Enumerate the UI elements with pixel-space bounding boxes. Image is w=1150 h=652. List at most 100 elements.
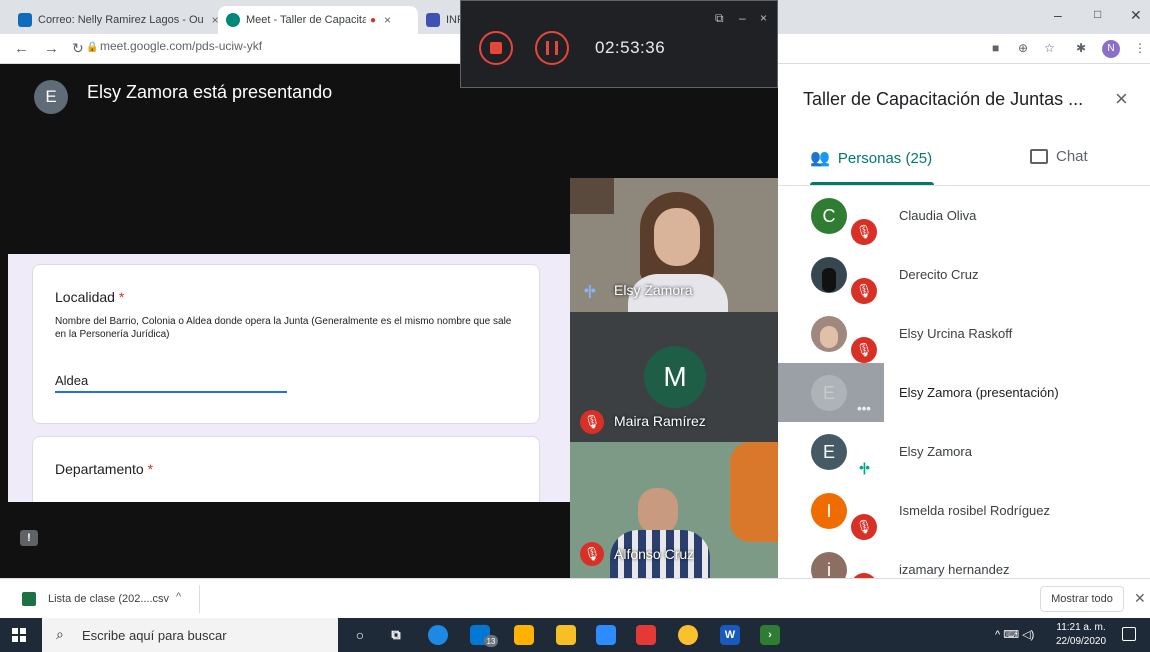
tab-mail[interactable]: Correo: Nelly Ramirez Lagos - Ou × bbox=[10, 6, 218, 34]
feedback-icon[interactable]: ! bbox=[20, 530, 38, 546]
panel-title: Taller de Capacitación de Juntas ... bbox=[803, 89, 1084, 109]
outlook-icon bbox=[18, 13, 32, 27]
edge-icon[interactable] bbox=[428, 625, 448, 645]
participant-row[interactable]: 🎙 Elsy Urcina Raskoff bbox=[778, 304, 1150, 363]
speaking-indicator-icon: •|• bbox=[859, 460, 870, 475]
maximize-button[interactable]: □ bbox=[1094, 7, 1101, 21]
acrobat-icon[interactable] bbox=[636, 625, 656, 645]
participant-name: Elsy Zamora bbox=[899, 444, 972, 459]
mic-off-icon: 🎙 bbox=[851, 337, 877, 363]
cortana-icon[interactable]: ○ bbox=[350, 625, 370, 645]
participant-name: Derecito Cruz bbox=[899, 267, 979, 282]
system-tray-icons[interactable]: ^ ⌨ ◁) bbox=[995, 628, 1034, 641]
url-field[interactable]: meet.google.com/pds-uciw-ykf bbox=[100, 39, 262, 53]
participant-avatar: E bbox=[811, 375, 847, 411]
participant-tile[interactable]: •|• Elsy Zamora bbox=[570, 178, 778, 312]
task-view-icon[interactable]: ⧉ bbox=[386, 625, 406, 645]
close-panel-button[interactable]: × bbox=[1115, 86, 1128, 112]
meet-stage: E Elsy Zamora está presentando Localidad… bbox=[0, 64, 778, 578]
question-title: Localidad * bbox=[55, 289, 125, 305]
file-explorer-icon[interactable] bbox=[556, 625, 576, 645]
participant-avatar bbox=[811, 316, 847, 352]
tab-close-icon[interactable]: × bbox=[384, 13, 391, 27]
participant-tile[interactable]: M 🎙 Maira Ramírez bbox=[570, 312, 778, 442]
popout-icon[interactable]: ⧉ bbox=[715, 11, 724, 26]
chevron-up-icon[interactable]: ^ bbox=[176, 591, 181, 603]
reload-icon[interactable]: ↻ bbox=[72, 40, 84, 57]
tab-people[interactable]: 👥 Personas (25) bbox=[810, 148, 932, 168]
participant-name: Claudia Oliva bbox=[899, 208, 977, 223]
participant-row[interactable]: 🎙 Derecito Cruz bbox=[778, 245, 1150, 304]
input-underline bbox=[55, 391, 287, 393]
clock-time: 11:21 a. m. bbox=[1056, 622, 1106, 633]
participant-name: Elsy Urcina Raskoff bbox=[899, 326, 1013, 341]
windows-start-icon[interactable] bbox=[12, 628, 26, 642]
question-card-departamento: Departamento * bbox=[32, 436, 540, 502]
show-all-button[interactable]: Mostrar todo bbox=[1040, 586, 1124, 612]
person-face bbox=[638, 488, 678, 534]
speaking-indicator-icon: •|• bbox=[584, 282, 596, 298]
window-close-button[interactable]: ✕ bbox=[1130, 7, 1142, 24]
close-download-bar-icon[interactable]: ✕ bbox=[1134, 590, 1146, 607]
taskbar-search[interactable]: ⌕ Escribe aquí para buscar bbox=[42, 618, 338, 652]
app-icon[interactable]: › bbox=[760, 625, 780, 645]
clock[interactable]: 11:21 a. m. 22/09/2020 bbox=[1056, 621, 1106, 649]
presenter-label: Elsy Zamora está presentando bbox=[87, 82, 333, 102]
tab-chat[interactable]: Chat bbox=[1030, 148, 1088, 165]
search-placeholder: Escribe aquí para buscar bbox=[82, 628, 227, 643]
tab-meet-label: Meet - Taller de Capacitación bbox=[246, 14, 366, 26]
participant-row[interactable]: E •|• Elsy Zamora bbox=[778, 422, 1150, 481]
recorder-close-icon[interactable]: × bbox=[760, 11, 767, 25]
bookmark-star-icon[interactable]: ☆ bbox=[1044, 41, 1055, 55]
background-umbrella bbox=[730, 442, 778, 542]
participant-row[interactable]: i 🎙 izamary hernandez bbox=[778, 540, 1150, 578]
divider bbox=[199, 585, 200, 613]
background-frame bbox=[570, 178, 614, 214]
forward-icon[interactable]: → bbox=[44, 40, 59, 57]
windows-taskbar: ⌕ Escribe aquí para buscar ○ ⧉ 13 W › ^ … bbox=[0, 618, 1150, 652]
mic-off-icon: 🎙 bbox=[851, 514, 877, 540]
menu-icon[interactable]: ⋮ bbox=[1134, 41, 1146, 55]
pause-recording-button[interactable] bbox=[535, 31, 569, 65]
participant-row[interactable]: C 🎙 Claudia Oliva bbox=[778, 186, 1150, 245]
stop-recording-button[interactable] bbox=[479, 31, 513, 65]
zoom-icon[interactable] bbox=[596, 625, 616, 645]
participant-avatar: E bbox=[811, 434, 847, 470]
tab-inf[interactable]: INF bbox=[418, 6, 460, 34]
participant-name: izamary hernandez bbox=[899, 562, 1010, 577]
participant-avatar: M bbox=[644, 346, 706, 408]
tile-name: Elsy Zamora bbox=[614, 282, 693, 298]
clock-date: 22/09/2020 bbox=[1056, 636, 1107, 647]
answer-field[interactable]: Aldea bbox=[55, 373, 88, 388]
action-center-icon[interactable] bbox=[1122, 627, 1136, 641]
back-icon[interactable]: ← bbox=[14, 40, 29, 57]
more-options-icon[interactable]: ••• bbox=[851, 396, 877, 422]
tab-meet[interactable]: Meet - Taller de Capacitación ● × bbox=[218, 6, 418, 34]
store-icon[interactable] bbox=[514, 625, 534, 645]
participant-avatar bbox=[811, 257, 847, 293]
extensions-icon[interactable]: ✱ bbox=[1076, 41, 1086, 55]
chat-icon bbox=[1030, 149, 1048, 164]
participant-tile[interactable]: 🎙 Alfonso Cruz bbox=[570, 442, 778, 578]
recording-dot-icon: ● bbox=[370, 14, 377, 26]
minimize-button[interactable]: – bbox=[1054, 7, 1062, 23]
presenter-avatar: E bbox=[34, 80, 68, 114]
participant-row-highlighted[interactable]: E ••• Elsy Zamora (presentación) bbox=[778, 363, 1150, 422]
notification-badge: 13 bbox=[484, 635, 498, 647]
shared-screen: Localidad * Nombre del Barrio, Colonia o… bbox=[8, 254, 570, 502]
forms-icon bbox=[426, 13, 440, 27]
word-icon[interactable]: W bbox=[720, 625, 740, 645]
chrome-icon[interactable] bbox=[678, 625, 698, 645]
download-filename[interactable]: Lista de clase (202....csv bbox=[48, 593, 169, 605]
tab-mail-label: Correo: Nelly Ramirez Lagos - Ou bbox=[38, 14, 204, 26]
tab-inf-label: INF bbox=[446, 14, 460, 26]
profile-avatar[interactable]: N bbox=[1102, 40, 1120, 58]
zoom-icon[interactable]: ⊕ bbox=[1018, 41, 1028, 55]
mic-off-icon: 🎙 bbox=[580, 542, 604, 566]
meet-icon bbox=[226, 13, 240, 27]
recorder-minimize-icon[interactable]: – bbox=[739, 11, 746, 25]
camera-icon[interactable]: ■ bbox=[992, 41, 999, 55]
participant-row[interactable]: I 🎙 Ismelda rosibel Rodríguez bbox=[778, 481, 1150, 540]
mic-off-icon: 🎙 bbox=[851, 278, 877, 304]
participant-list: C 🎙 Claudia Oliva 🎙 Derecito Cruz 🎙 Elsy… bbox=[778, 186, 1150, 578]
